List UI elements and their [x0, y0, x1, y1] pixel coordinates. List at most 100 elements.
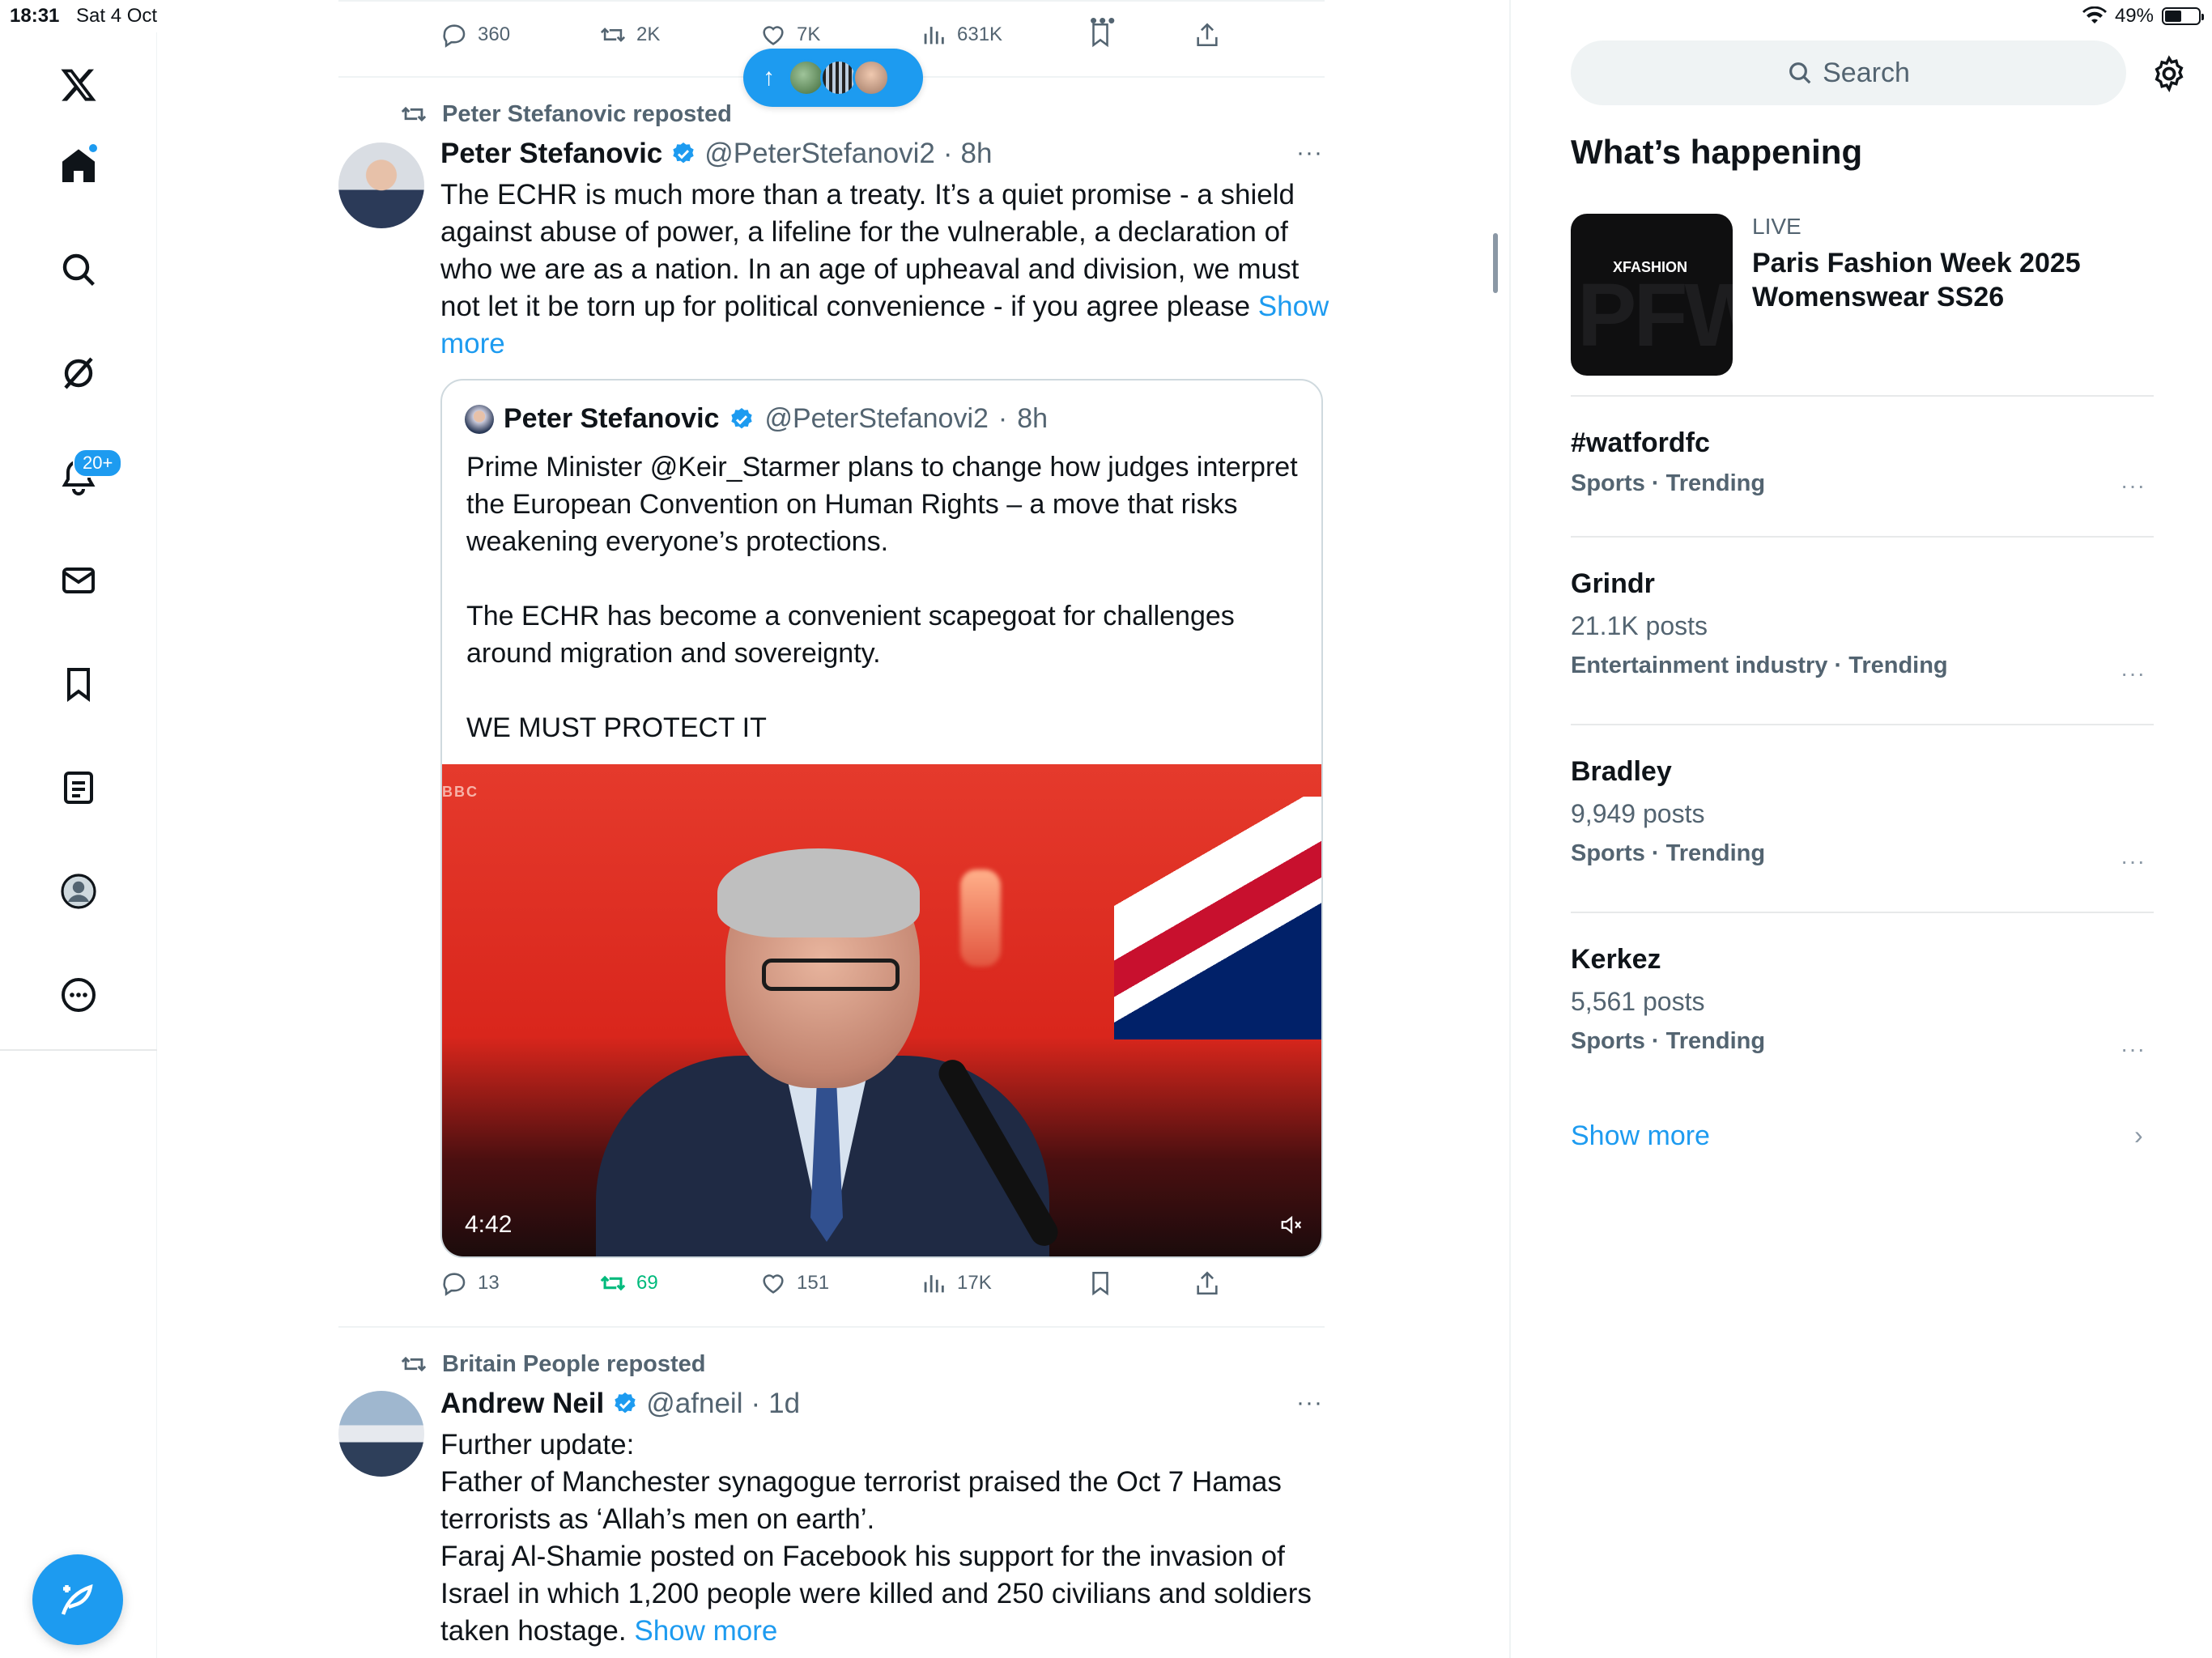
- thumb-label: XFASHION: [1613, 259, 1688, 275]
- video-subject: [596, 848, 1049, 1256]
- timeline-feed: 360 2K 7K 631K ••• ↑ Peter Stefanovic re…: [338, 0, 1329, 1658]
- show-more-trends-link[interactable]: Show more: [1571, 1120, 1710, 1152]
- nav-bookmarks[interactable]: [50, 656, 107, 712]
- compose-button[interactable]: [32, 1554, 123, 1645]
- share-button[interactable]: [1193, 21, 1221, 49]
- meta-separator: ·: [998, 403, 1008, 434]
- trend-category: Sports · Trending: [1571, 1028, 1766, 1054]
- repost-indicator[interactable]: Britain People reposted: [400, 1350, 706, 1378]
- repost-button[interactable]: 2K: [599, 21, 660, 49]
- trend-item[interactable]: #watfordfc Sports · Trending ···: [1571, 427, 2154, 499]
- thumb-big-text: PFW: [1577, 266, 1733, 365]
- bookmark-icon: [67, 668, 90, 702]
- bookmark-button[interactable]: [1087, 1269, 1114, 1297]
- quoted-post[interactable]: Peter Stefanovic @PeterStefanovi2 · 8h P…: [440, 379, 1323, 1258]
- trend-category: Entertainment industry · Trending: [1571, 653, 1948, 678]
- reply-button[interactable]: 360: [440, 21, 510, 49]
- author-name[interactable]: Andrew Neil: [440, 1388, 604, 1420]
- nav-lists[interactable]: [50, 759, 107, 816]
- share-icon: [1197, 1271, 1218, 1295]
- trend-menu-button[interactable]: ···: [2121, 661, 2146, 687]
- trend-item[interactable]: Kerkez 5,561 posts Sports · Trending ···: [1571, 944, 2154, 1061]
- more-icon: [62, 978, 96, 1012]
- reply-count: 13: [478, 1272, 500, 1294]
- verified-badge-icon: [731, 407, 753, 428]
- show-more-link[interactable]: Show more: [634, 1615, 777, 1647]
- post-text-content: Further update: Father of Manchester syn…: [440, 1429, 1312, 1647]
- mail-icon: [62, 568, 95, 593]
- live-label: LIVE: [1752, 214, 1802, 239]
- post-time[interactable]: 1d: [768, 1388, 800, 1420]
- arrow-up-icon: ↑: [763, 64, 775, 91]
- gear-icon[interactable]: [2150, 55, 2188, 92]
- nav-messages[interactable]: [50, 552, 107, 609]
- nav-explore[interactable]: [50, 241, 107, 298]
- section-title: What’s happening: [1571, 133, 1863, 171]
- nav-notifications[interactable]: 20+: [50, 449, 123, 505]
- nav-profile[interactable]: [50, 863, 107, 920]
- views-icon: [924, 27, 944, 45]
- trend-name: Grindr: [1571, 568, 1655, 599]
- new-posts-pill[interactable]: ↑: [743, 49, 923, 107]
- status-date: Sat 4 Oct: [76, 5, 158, 27]
- avatar[interactable]: [338, 142, 424, 228]
- author-handle[interactable]: @PeterStefanovi2: [704, 138, 935, 170]
- heart-icon: [763, 26, 784, 45]
- left-nav: 20+: [0, 32, 157, 1658]
- reply-count: 360: [478, 23, 511, 45]
- trend-item[interactable]: Grindr 21.1K posts Entertainment industr…: [1571, 568, 2154, 686]
- trend-item[interactable]: Bradley 9,949 posts Sports · Trending ··…: [1571, 756, 2154, 874]
- like-button[interactable]: 151: [759, 1269, 829, 1297]
- reply-button[interactable]: 13: [440, 1269, 500, 1297]
- divider: [338, 0, 1325, 2]
- quote-text: Prime Minister @Keir_Starmer plans to ch…: [466, 452, 1298, 743]
- video-player[interactable]: BBC 4:42: [442, 764, 1321, 1256]
- repost-indicator[interactable]: Peter Stefanovic reposted: [400, 100, 732, 128]
- meta-separator: ·: [942, 138, 953, 169]
- search-bar[interactable]: Search: [1571, 40, 2126, 105]
- like-button[interactable]: 7K: [759, 21, 820, 49]
- right-sidebar: Search What’s happening PFW XFASHION LIV…: [1509, 0, 2212, 1658]
- nav-grok[interactable]: [50, 345, 107, 402]
- post-menu-button[interactable]: ···: [1296, 1389, 1323, 1417]
- x-logo-icon[interactable]: [50, 57, 107, 113]
- share-button[interactable]: [1193, 1269, 1221, 1297]
- search-placeholder: Search: [1823, 57, 1910, 88]
- author-handle[interactable]: @afneil: [646, 1388, 742, 1420]
- bookmark-icon: [1092, 1271, 1108, 1296]
- post-menu-button[interactable]: ···: [1296, 139, 1323, 167]
- live-event-card[interactable]: PFW XFASHION LIVE Paris Fashion Week 202…: [1571, 214, 2154, 376]
- repost-label: Peter Stefanovic reposted: [442, 100, 732, 127]
- views-button[interactable]: 17K: [920, 1269, 992, 1297]
- repost-icon: [600, 1275, 626, 1291]
- event-thumbnail: PFW XFASHION: [1571, 214, 1733, 376]
- avatar[interactable]: [338, 1391, 424, 1477]
- views-icon: [924, 1275, 944, 1293]
- author-name[interactable]: Peter Stefanovic: [440, 138, 662, 170]
- trend-posts: 5,561 posts: [1571, 987, 1705, 1016]
- trend-posts: 9,949 posts: [1571, 799, 1705, 828]
- post-text-content: The ECHR is much more than a treaty. It’…: [440, 179, 1300, 322]
- trend-menu-button[interactable]: ···: [2121, 473, 2146, 499]
- nav-home[interactable]: [50, 138, 107, 194]
- union-flag-backdrop: [1114, 797, 1321, 1039]
- feed-scrollbar[interactable]: [1493, 233, 1498, 293]
- divider: [1571, 724, 2154, 725]
- repost-count: 2K: [636, 23, 661, 45]
- trend-menu-button[interactable]: ···: [2121, 848, 2146, 874]
- post-time[interactable]: 8h: [961, 138, 993, 170]
- repost-icon: [401, 106, 427, 122]
- avatar: [853, 59, 890, 96]
- views-count: 631K: [957, 23, 1003, 45]
- author-handle: @PeterStefanovi2: [764, 403, 989, 434]
- search-icon: [62, 253, 95, 286]
- profile-icon: [61, 874, 96, 909]
- trend-posts: 21.1K posts: [1571, 611, 1708, 640]
- trend-menu-button[interactable]: ···: [2121, 1036, 2146, 1062]
- nav-more[interactable]: [50, 967, 107, 1023]
- mute-icon[interactable]: [1279, 1213, 1304, 1237]
- multitask-handle[interactable]: •••: [1090, 8, 1117, 33]
- divider: [1571, 395, 2154, 397]
- repost-button[interactable]: 69: [599, 1269, 658, 1297]
- views-button[interactable]: 631K: [920, 21, 1002, 49]
